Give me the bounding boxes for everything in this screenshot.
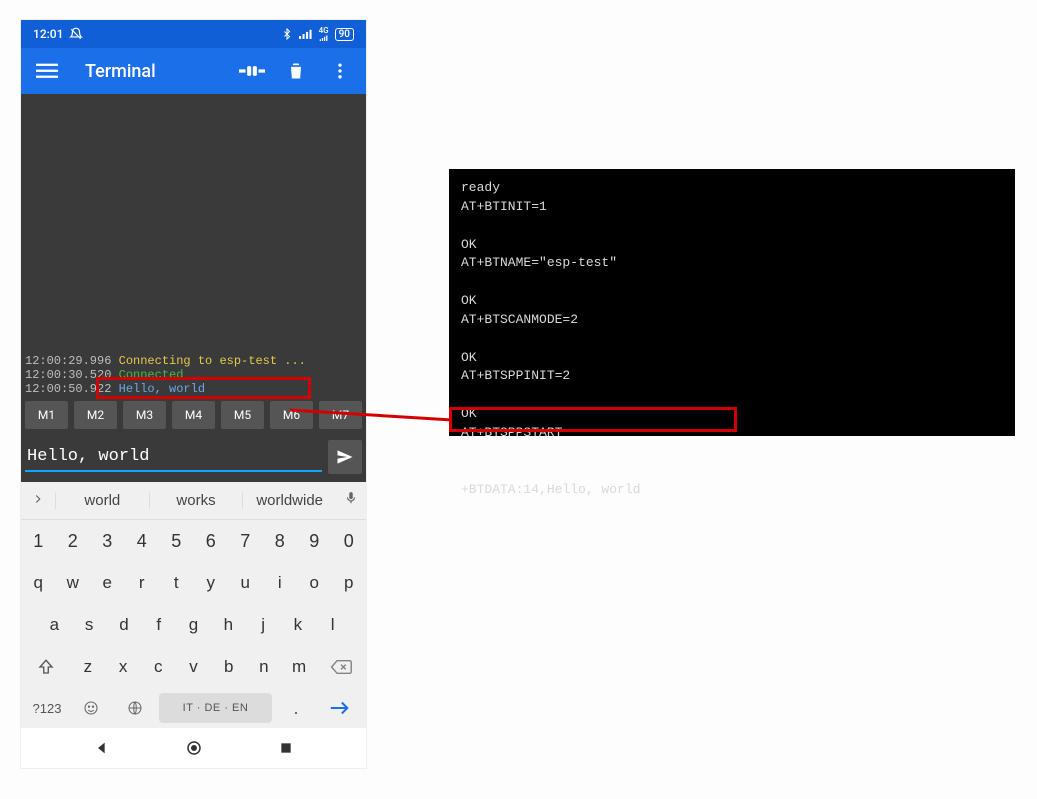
app-title: Terminal bbox=[85, 61, 156, 82]
phone-frame: 12:01 4G 90 Terminal 12:00:29.996 Connec… bbox=[21, 20, 366, 768]
key-o[interactable]: o bbox=[297, 562, 332, 604]
key-9[interactable]: 9 bbox=[297, 520, 332, 562]
macro-m4[interactable]: M4 bbox=[172, 401, 215, 429]
key-backspace[interactable] bbox=[317, 646, 366, 688]
dnd-icon bbox=[69, 27, 83, 41]
nav-back[interactable] bbox=[91, 737, 113, 759]
key-emoji[interactable] bbox=[71, 693, 111, 723]
key-x[interactable]: x bbox=[105, 646, 140, 688]
key-k[interactable]: k bbox=[280, 604, 315, 646]
input-row bbox=[21, 434, 366, 482]
key-q[interactable]: q bbox=[21, 562, 56, 604]
log-line: 12:00:30.520 Connected bbox=[25, 368, 362, 382]
key-h[interactable]: h bbox=[211, 604, 246, 646]
connect-button[interactable] bbox=[234, 53, 270, 89]
message-input[interactable] bbox=[25, 443, 322, 472]
macro-m6[interactable]: M6 bbox=[270, 401, 313, 429]
key-v[interactable]: v bbox=[176, 646, 211, 688]
log-line: 12:00:29.996 Connecting to esp-test ... bbox=[25, 354, 362, 368]
key-z[interactable]: z bbox=[70, 646, 105, 688]
key-b[interactable]: b bbox=[211, 646, 246, 688]
key-e[interactable]: e bbox=[90, 562, 125, 604]
key-a[interactable]: a bbox=[37, 604, 72, 646]
key-1[interactable]: 1 bbox=[21, 520, 56, 562]
suggestion-3[interactable]: worldwide bbox=[242, 492, 336, 509]
key-g[interactable]: g bbox=[176, 604, 211, 646]
serial-console: ready AT+BTINIT=1 OK AT+BTNAME="esp-test… bbox=[449, 169, 1015, 436]
key-4[interactable]: 4 bbox=[125, 520, 160, 562]
key-c[interactable]: c bbox=[141, 646, 176, 688]
key-2[interactable]: 2 bbox=[56, 520, 91, 562]
key-row-2: a s d f g h j k l bbox=[21, 604, 366, 646]
suggestion-row: world works worldwide bbox=[21, 482, 366, 520]
macro-m1[interactable]: M1 bbox=[25, 401, 68, 429]
nav-recent[interactable] bbox=[275, 737, 297, 759]
key-row-fn: ?123 IT · DE · EN . bbox=[21, 688, 366, 728]
log-line: 12:00:50.922 Hello, world bbox=[25, 382, 362, 396]
key-7[interactable]: 7 bbox=[228, 520, 263, 562]
key-u[interactable]: u bbox=[228, 562, 263, 604]
key-s[interactable]: s bbox=[72, 604, 107, 646]
suggestion-1[interactable]: world bbox=[55, 492, 149, 509]
macro-m3[interactable]: M3 bbox=[123, 401, 166, 429]
macro-m5[interactable]: M5 bbox=[221, 401, 264, 429]
key-l[interactable]: l bbox=[315, 604, 350, 646]
key-w[interactable]: w bbox=[56, 562, 91, 604]
terminal-output: 12:00:29.996 Connecting to esp-test ... … bbox=[21, 94, 366, 396]
suggestion-2[interactable]: works bbox=[149, 492, 243, 509]
key-symbols[interactable]: ?123 bbox=[27, 693, 67, 723]
key-enter[interactable] bbox=[320, 693, 360, 723]
key-8[interactable]: 8 bbox=[263, 520, 298, 562]
key-3[interactable]: 3 bbox=[90, 520, 125, 562]
key-m[interactable]: m bbox=[282, 646, 317, 688]
menu-button[interactable] bbox=[29, 53, 65, 89]
key-y[interactable]: y bbox=[194, 562, 229, 604]
status-time: 12:01 bbox=[33, 27, 63, 41]
key-language[interactable] bbox=[115, 693, 155, 723]
macro-row: M1 M2 M3 M4 M5 M6 M7 bbox=[21, 396, 366, 434]
network-4g-icon: 4G bbox=[319, 27, 329, 41]
key-period[interactable]: . bbox=[276, 693, 316, 723]
key-i[interactable]: i bbox=[263, 562, 298, 604]
overflow-button[interactable] bbox=[322, 53, 358, 89]
key-j[interactable]: j bbox=[246, 604, 281, 646]
delete-button[interactable] bbox=[278, 53, 314, 89]
key-f[interactable]: f bbox=[141, 604, 176, 646]
key-shift[interactable] bbox=[21, 646, 70, 688]
key-d[interactable]: d bbox=[107, 604, 142, 646]
key-space[interactable]: IT · DE · EN bbox=[159, 693, 272, 723]
key-n[interactable]: n bbox=[246, 646, 281, 688]
key-5[interactable]: 5 bbox=[159, 520, 194, 562]
expand-suggestions[interactable] bbox=[21, 492, 55, 509]
key-p[interactable]: p bbox=[332, 562, 367, 604]
mic-button[interactable] bbox=[336, 491, 366, 510]
key-row-num: 1 2 3 4 5 6 7 8 9 0 bbox=[21, 520, 366, 562]
macro-m7[interactable]: M7 bbox=[319, 401, 362, 429]
key-6[interactable]: 6 bbox=[194, 520, 229, 562]
key-t[interactable]: t bbox=[159, 562, 194, 604]
nav-home[interactable] bbox=[183, 737, 205, 759]
battery-indicator: 90 bbox=[335, 28, 354, 41]
app-bar: Terminal bbox=[21, 48, 366, 94]
signal-icon bbox=[299, 28, 313, 40]
send-button[interactable] bbox=[328, 440, 362, 474]
macro-m2[interactable]: M2 bbox=[74, 401, 117, 429]
android-nav-bar bbox=[21, 728, 366, 768]
bluetooth-icon bbox=[281, 28, 293, 40]
key-row-3: z x c v b n m bbox=[21, 646, 366, 688]
key-row-1: q w e r t y u i o p bbox=[21, 562, 366, 604]
status-bar: 12:01 4G 90 bbox=[21, 20, 366, 48]
key-0[interactable]: 0 bbox=[332, 520, 367, 562]
key-r[interactable]: r bbox=[125, 562, 160, 604]
keyboard: world works worldwide 1 2 3 4 5 6 7 8 9 … bbox=[21, 482, 366, 728]
